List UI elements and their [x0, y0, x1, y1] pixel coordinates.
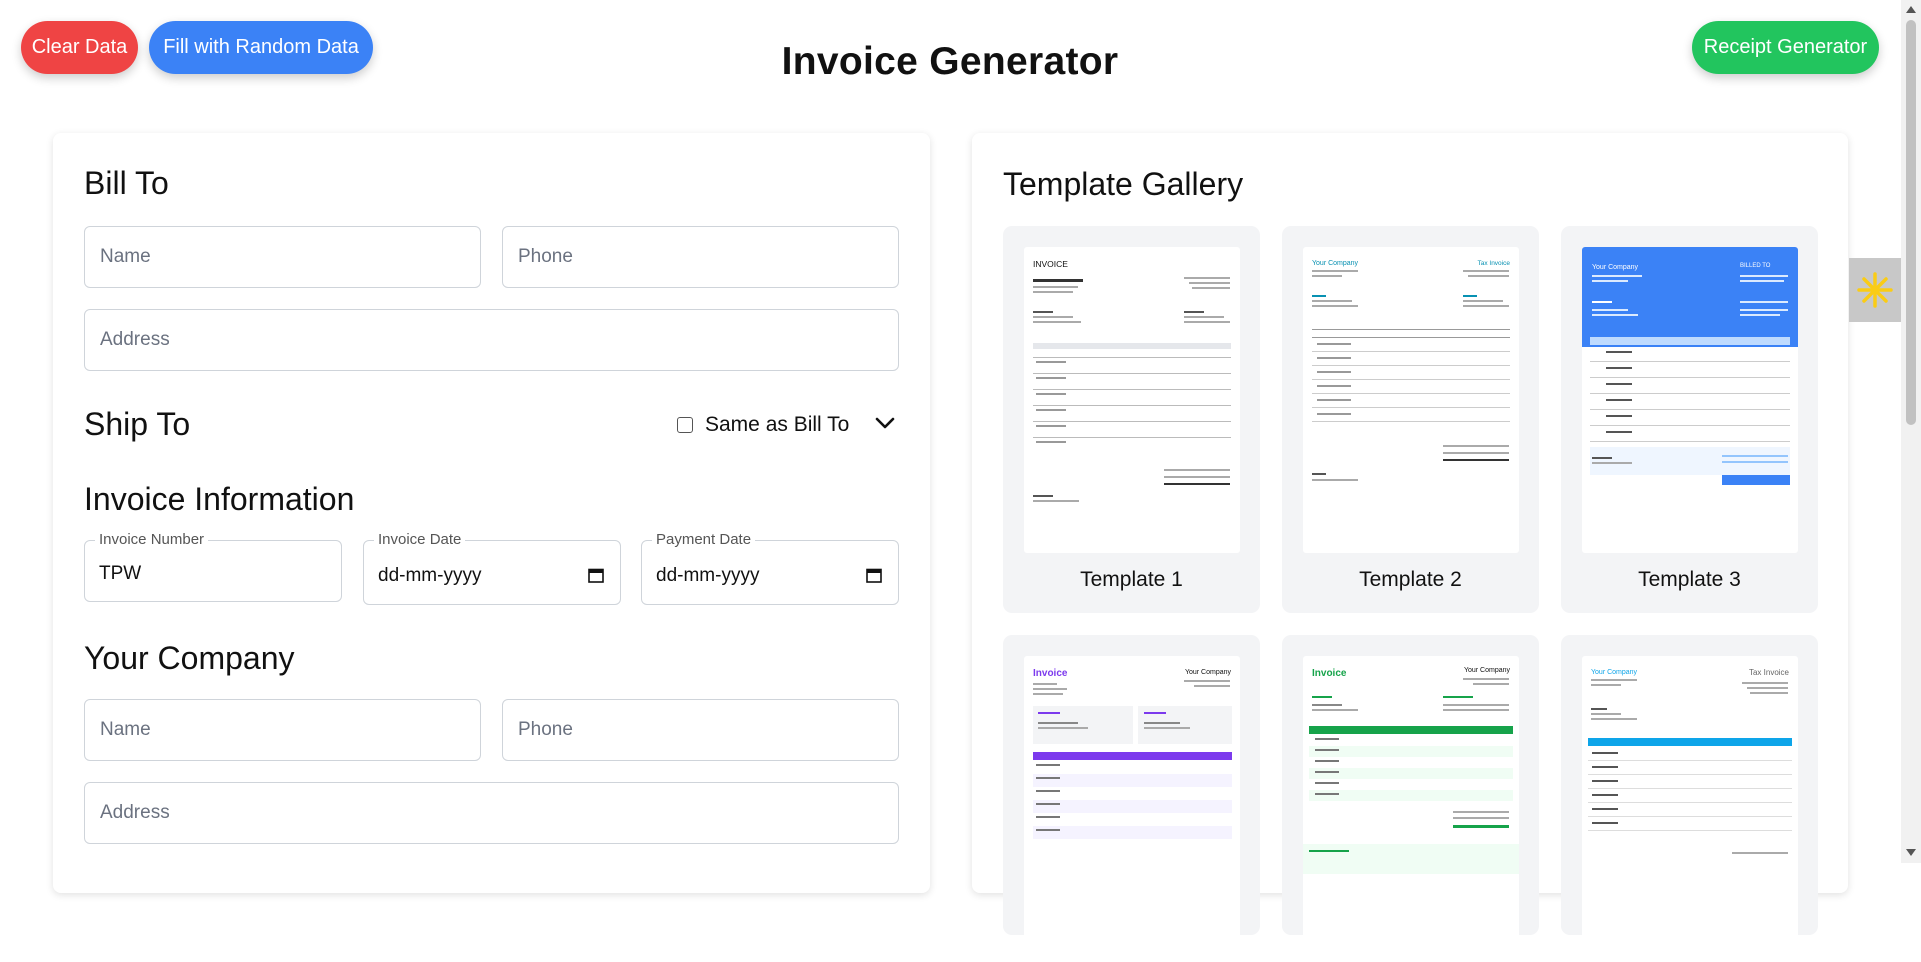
invoice-information-title: Invoice Information [84, 481, 355, 517]
template-card-2[interactable]: Your Company Tax Invoice Template 2 [1282, 226, 1539, 613]
same-as-bill-to-toggle[interactable]: Same as Bill To [677, 413, 849, 437]
template-1-name: Template 1 [1080, 568, 1183, 591]
template-2-preview: Your Company Tax Invoice [1303, 247, 1519, 553]
payment-date-value: dd-mm-yyyy [656, 565, 760, 586]
company-address-input[interactable] [84, 782, 899, 844]
bill-to-phone-input[interactable] [502, 226, 899, 288]
payment-date-field[interactable]: Payment Date dd-mm-yyyy [641, 531, 899, 605]
same-as-bill-to-checkbox[interactable] [677, 417, 693, 433]
bill-to-address-input[interactable] [84, 309, 899, 371]
template-3-preview: Your Company BILLED TO [1582, 247, 1798, 553]
invoice-form-card: Bill To Ship To Same as Bill To Invoice … [53, 133, 930, 893]
bill-to-title: Bill To [84, 165, 169, 201]
chevron-down-icon[interactable] [873, 411, 897, 435]
template-2-name: Template 2 [1359, 568, 1462, 591]
company-name-input[interactable] [84, 699, 481, 761]
template-3-heading: Your Company [1592, 264, 1639, 271]
template-card-5[interactable]: Invoice Your Company [1282, 635, 1539, 962]
sun-icon[interactable] [1849, 258, 1901, 322]
template-card-4[interactable]: Invoice Your Company [1003, 635, 1260, 962]
company-phone-input[interactable] [502, 699, 899, 761]
template-3-name: Template 3 [1638, 568, 1741, 591]
template-4-preview: Invoice Your Company [1024, 656, 1240, 962]
scroll-down-arrow-icon[interactable] [1905, 848, 1917, 858]
template-3-tag: BILLED TO [1740, 263, 1771, 269]
template-4-company: Your Company [1185, 669, 1232, 676]
calendar-icon[interactable] [866, 567, 882, 583]
payment-date-label: Payment Date [652, 531, 756, 548]
bill-to-name-input[interactable] [84, 226, 481, 288]
template-gallery-title: Template Gallery [1003, 166, 1244, 202]
invoice-number-label: Invoice Number [95, 531, 209, 548]
template-5-heading: Invoice [1312, 668, 1347, 679]
side-widget[interactable] [1849, 258, 1901, 322]
invoice-number-field[interactable]: Invoice Number TPW [84, 531, 342, 602]
page-title: Invoice Generator [781, 40, 1119, 83]
template-6-tag: Tax Invoice [1749, 668, 1790, 677]
template-4-heading: Invoice [1033, 668, 1068, 679]
scroll-up-arrow-icon[interactable] [1905, 4, 1917, 14]
template-5-preview: Invoice Your Company [1303, 656, 1519, 962]
template-6-heading: Your Company [1591, 669, 1638, 676]
invoice-date-field[interactable]: Invoice Date dd-mm-yyyy [363, 531, 621, 605]
page-scrollbar[interactable] [1901, 0, 1921, 863]
ship-to-title: Ship To [84, 406, 191, 442]
invoice-number-value: TPW [99, 563, 142, 584]
scrollbar-thumb[interactable] [1906, 20, 1916, 425]
template-card-3[interactable]: Your Company BILLED TO Template 3 [1561, 226, 1818, 613]
template-6-preview: Your Company Tax Invoice [1582, 656, 1798, 962]
same-as-bill-to-label: Same as Bill To [705, 413, 850, 436]
template-1-heading: INVOICE [1033, 259, 1068, 269]
your-company-title: Your Company [84, 640, 295, 676]
template-1-preview: INVOICE [1024, 247, 1240, 553]
invoice-date-label: Invoice Date [374, 531, 466, 548]
template-2-heading: Your Company [1312, 260, 1359, 267]
calendar-icon[interactable] [588, 567, 604, 583]
template-gallery-card: Template Gallery INVOICE Template 1 Your… [972, 133, 1848, 962]
template-5-company: Your Company [1464, 667, 1511, 674]
invoice-date-value: dd-mm-yyyy [378, 565, 482, 586]
template-card-1[interactable]: INVOICE Template 1 [1003, 226, 1260, 613]
template-card-6[interactable]: Your Company Tax Invoice [1561, 635, 1818, 962]
template-2-tag: Tax Invoice [1477, 260, 1510, 267]
receipt-generator-button[interactable]: Receipt Generator [1692, 21, 1879, 74]
